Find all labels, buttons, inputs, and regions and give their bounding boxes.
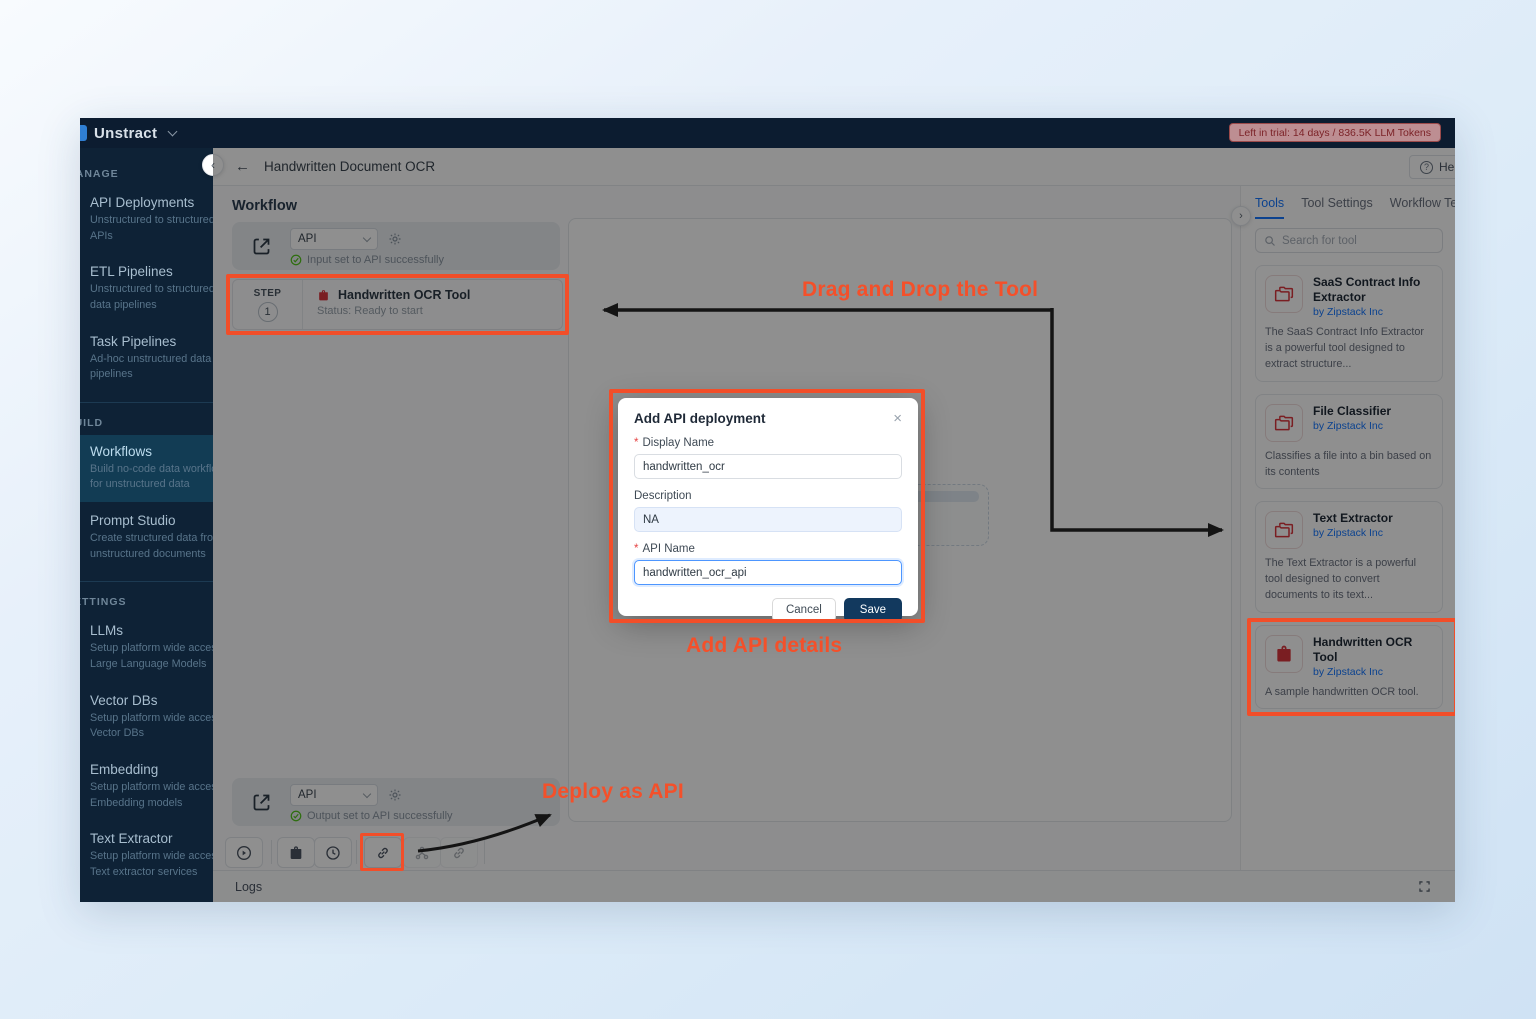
brand-name: Unstract (94, 125, 157, 142)
sidebar-item-workflows[interactable]: Workflows Build no-code data workflows f… (80, 435, 213, 502)
sidebar-item-title: Task Pipelines (90, 334, 213, 349)
annotation-add-api-text: Add API details (686, 634, 842, 658)
modal-title: Add API deployment (634, 411, 766, 426)
sidebar-item-subtitle: Setup platform wide access to Large Lang… (90, 641, 213, 672)
cancel-button[interactable]: Cancel (772, 598, 836, 622)
sidebar-item-subtitle: Setup platform wide access to Embedding … (90, 780, 213, 811)
sidebar-section-settings: SETTINGS (80, 588, 213, 612)
sidebar-item-title: Text Extractor (90, 831, 213, 846)
trial-badge: Left in trial: 14 days / 836.5K LLM Toke… (1229, 123, 1441, 142)
sidebar-section-build: BUILD (80, 409, 213, 433)
vector-dbs-icon (80, 695, 81, 710)
api-deployments-icon (80, 197, 81, 212)
llms-icon (80, 625, 81, 640)
sidebar-item-etl-pipelines[interactable]: ETL Pipelines Unstructured to structured… (80, 255, 213, 322)
annotation-deploy-text: Deploy as API (542, 780, 684, 804)
sidebar-item-title: LLMs (90, 623, 213, 638)
sidebar-item-subtitle: Setup platform wide access to Text extra… (90, 849, 213, 880)
sidebar-item-task-pipelines[interactable]: Task Pipelines Ad-hoc unstructured data … (80, 325, 213, 392)
sidebar-item-llms[interactable]: LLMs Setup platform wide access to Large… (80, 614, 213, 681)
required-asterisk: * (634, 543, 638, 555)
sidebar-divider (80, 402, 213, 403)
sidebar-item-subtitle: Unstructured to structured data pipeline… (90, 282, 213, 313)
text-extractor-icon (80, 833, 81, 848)
sidebar-item-title: Vector DBs (90, 693, 213, 708)
save-button[interactable]: Save (844, 598, 902, 622)
add-api-deployment-modal: Add API deployment × * Display Name Descr… (618, 398, 918, 616)
sidebar-item-title: ETL Pipelines (90, 264, 213, 279)
api-name-label: API Name (642, 543, 694, 555)
sidebar-section-manage: MANAGE (80, 160, 213, 184)
display-name-field[interactable] (634, 454, 902, 479)
etl-pipelines-icon (80, 266, 81, 281)
prompt-studio-icon (80, 515, 81, 530)
sidebar-item-title: Platform (90, 901, 205, 902)
description-label: Description (634, 490, 692, 502)
sidebar-item-subtitle: Unstructured to structured APIs (90, 213, 213, 244)
sidebar-item-text-extractor[interactable]: Text Extractor Setup platform wide acces… (80, 822, 213, 889)
annotation-drag-drop-text: Drag and Drop the Tool (802, 278, 1038, 302)
description-field[interactable] (634, 507, 902, 532)
sidebar-item-title: Workflows (90, 444, 213, 459)
screenshot-stage: Unstract Left in trial: 14 days / 836.5K… (0, 0, 1536, 1019)
close-icon[interactable]: × (893, 411, 902, 426)
unstract-app-window: Unstract Left in trial: 14 days / 836.5K… (80, 118, 1455, 902)
sidebar-item-subtitle: Ad-hoc unstructured data task pipelines (90, 352, 213, 383)
top-navbar: Unstract Left in trial: 14 days / 836.5K… (80, 118, 1455, 148)
sidebar-item-title: Embedding (90, 762, 213, 777)
sidebar-item-title: Prompt Studio (90, 513, 213, 528)
sidebar-item-vector-dbs[interactable]: Vector DBs Setup platform wide access to… (80, 684, 213, 751)
display-name-label: Display Name (642, 437, 714, 449)
task-pipelines-icon (80, 336, 81, 351)
required-asterisk: * (634, 437, 638, 449)
sidebar-item-subtitle: Build no-code data workflows for unstruc… (90, 462, 213, 493)
sidebar-item-subtitle: Create structured data from unstructured… (90, 531, 213, 562)
sidebar-item-api-deployments[interactable]: API Deployments Unstructured to structur… (80, 186, 213, 253)
sidebar-item-subtitle: Setup platform wide access to Vector DBs (90, 711, 213, 742)
api-name-field[interactable] (634, 560, 902, 585)
unstract-logo-icon (80, 125, 87, 141)
sidebar: MANAGE API Deployments Unstructured to s… (80, 148, 213, 902)
sidebar-item-title: API Deployments (90, 195, 213, 210)
chevron-down-icon[interactable] (168, 127, 178, 137)
sidebar-item-prompt-studio[interactable]: Prompt Studio Create structured data fro… (80, 504, 213, 571)
sidebar-item-embedding[interactable]: Embedding Setup platform wide access to … (80, 753, 213, 820)
sidebar-divider (80, 581, 213, 582)
embedding-icon (80, 764, 81, 779)
sidebar-item-platform[interactable]: Platform Settings for the platform (80, 892, 213, 902)
workflows-icon (80, 446, 81, 461)
